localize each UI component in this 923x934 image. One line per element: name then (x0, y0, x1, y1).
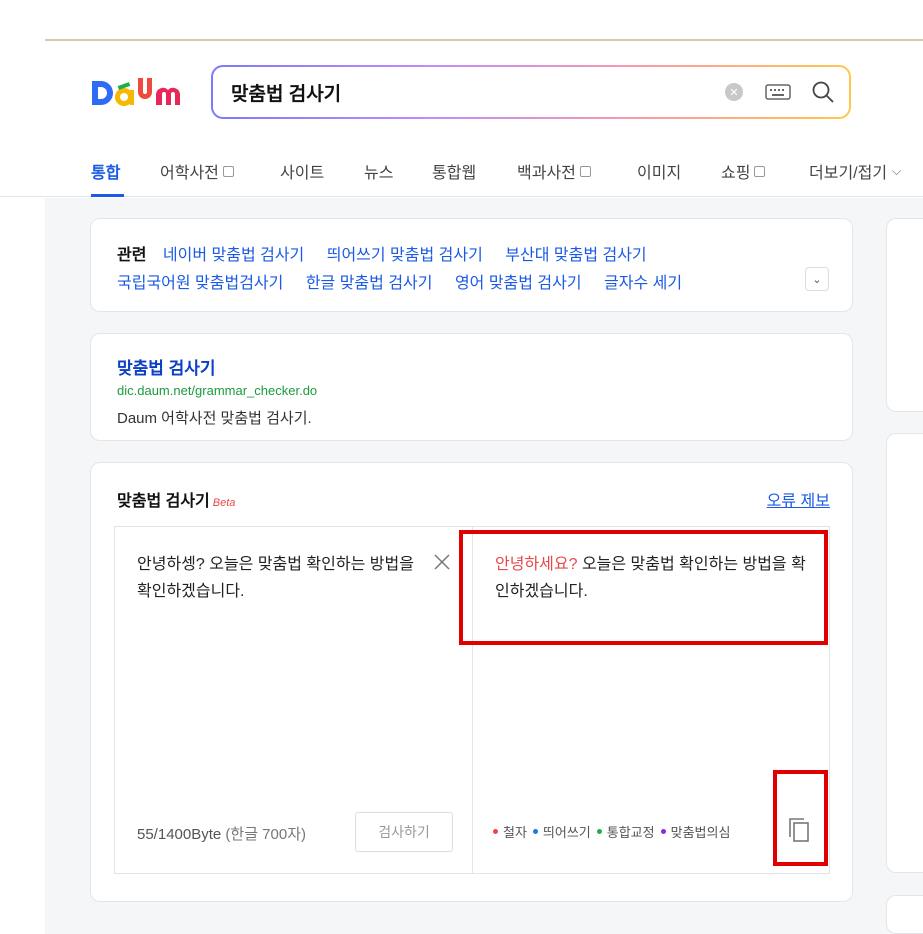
related-link[interactable]: 네이버 맞춤법 검사기 (163, 247, 304, 264)
highlight-box-copy (773, 770, 828, 866)
search-box: 맞춤법 검사기 ✕ (211, 65, 851, 119)
legend-suspected: 맞춤법의심 (660, 822, 730, 841)
related-link[interactable]: 부산대 맞춤법 검사기 (505, 247, 646, 264)
keyboard-icon[interactable] (765, 83, 791, 101)
tab-shopping[interactable]: 쇼핑 (721, 159, 766, 183)
tab-images[interactable]: 이미지 (637, 159, 681, 183)
checker-input[interactable]: 안녕하셍? 오늘은 맞춤법 확인하는 방법을 확인하겠습니다. (137, 551, 427, 605)
new-window-icon (754, 165, 766, 177)
related-row-1: 관련 네이버 맞춤법 검사기 띄어쓰기 맞춤법 검사기 부산대 맞춤법 검사기 (117, 241, 665, 265)
new-window-icon (579, 165, 591, 177)
legend-spelling: 철자 (493, 822, 527, 841)
tab-encyclopedia[interactable]: 백과사전 (517, 159, 591, 183)
tab-dictionary[interactable]: 어학사전 (160, 159, 234, 183)
correction-legend: 철자 띄어쓰기 통합교정 맞춤법의심 (493, 822, 736, 841)
search-input[interactable]: 맞춤법 검사기 (231, 79, 725, 106)
beta-badge: Beta (212, 497, 236, 509)
clear-input-icon[interactable] (433, 553, 451, 571)
tab-more[interactable]: 더보기/접기 ⌵ (809, 159, 901, 183)
legend-integrated: 통합교정 (596, 822, 655, 841)
related-link[interactable]: 띄어쓰기 맞춤법 검사기 (327, 247, 483, 264)
tab-site[interactable]: 사이트 (280, 159, 324, 183)
daum-logo[interactable] (90, 76, 190, 110)
close-circle-icon[interactable]: ✕ (725, 83, 743, 101)
tab-integrated[interactable]: 통합 (91, 159, 120, 183)
side-panel-card (886, 895, 923, 934)
related-link[interactable]: 글자수 세기 (604, 275, 682, 292)
related-link[interactable]: 한글 맞춤법 검사기 (306, 275, 433, 292)
result-description: Daum 어학사전 맞춤법 검사기. (117, 410, 312, 427)
spell-checker-card: 맞춤법 검사기 Beta 오류 제보 안녕하셍? 오늘은 맞춤법 확인하는 방법을… (90, 462, 853, 902)
input-panel: 안녕하셍? 오늘은 맞춤법 확인하는 방법을 확인하겠습니다. 55/1400B… (114, 526, 472, 874)
tab-web[interactable]: 통합웹 (432, 159, 476, 183)
magnifier-icon[interactable] (811, 80, 835, 104)
related-label: 관련 (117, 247, 147, 264)
active-tab-indicator (91, 194, 124, 197)
report-error-link[interactable]: 오류 제보 (767, 487, 830, 511)
related-row-2: 국립국어원 맞춤법검사기 한글 맞춤법 검사기 영어 맞춤법 검사기 글자수 세… (117, 269, 700, 293)
related-link[interactable]: 영어 맞춤법 검사기 (455, 275, 582, 292)
legend-spacing: 띄어쓰기 (532, 822, 591, 841)
result-url[interactable]: dic.daum.net/grammar_checker.do (117, 383, 317, 398)
highlight-box-output (459, 530, 828, 645)
checker-title: 맞춤법 검사기 Beta (117, 493, 236, 510)
new-window-icon (222, 165, 234, 177)
search-result-card: 맞춤법 검사기 dic.daum.net/grammar_checker.do … (90, 333, 853, 441)
result-title-link[interactable]: 맞춤법 검사기 (117, 354, 216, 379)
top-divider (45, 39, 923, 41)
related-link[interactable]: 국립국어원 맞춤법검사기 (117, 275, 283, 292)
check-button[interactable]: 검사하기 (355, 812, 453, 852)
chevron-down-icon: ⌵ (892, 163, 902, 178)
side-panel-card (886, 433, 923, 873)
tab-news[interactable]: 뉴스 (364, 159, 393, 183)
byte-counter: 55/1400Byte (한글 700자) (137, 826, 307, 843)
expand-related-button[interactable]: ⌄ (805, 267, 829, 291)
side-panel-card (886, 218, 923, 412)
related-searches-card: 관련 네이버 맞춤법 검사기 띄어쓰기 맞춤법 검사기 부산대 맞춤법 검사기 … (90, 218, 853, 312)
search-tabs: 통합 어학사전 사이트 뉴스 통합웹 백과사전 이미지 쇼핑 더보기/접기 ⌵ (0, 142, 923, 197)
